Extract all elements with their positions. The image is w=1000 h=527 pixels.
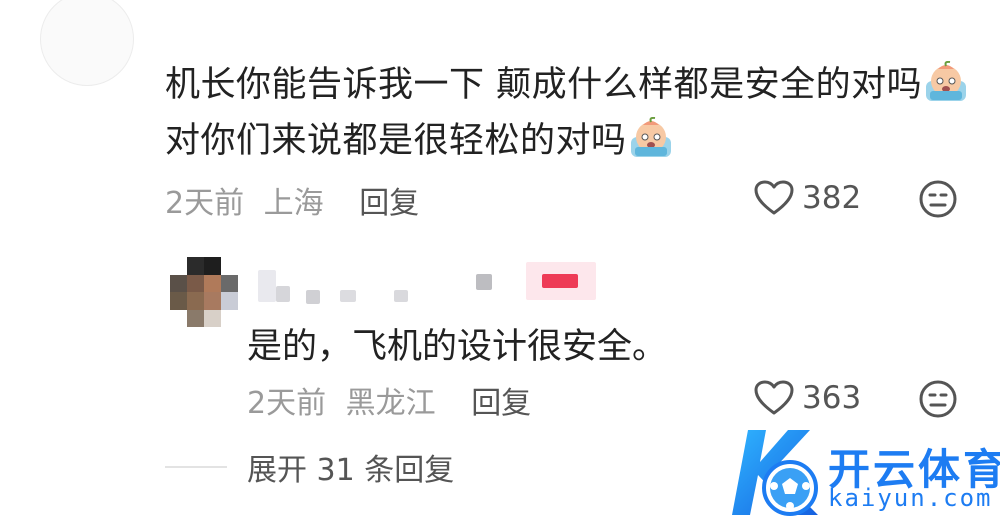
watermark: 开云体育 kaiyun.com bbox=[718, 418, 1000, 527]
comment-like-button[interactable]: 382 bbox=[754, 180, 861, 216]
comment-reply-button[interactable]: 回复 bbox=[359, 186, 419, 221]
commenter-avatar[interactable] bbox=[40, 0, 134, 86]
reply-avatar-pixelated[interactable] bbox=[170, 257, 238, 327]
watermark-domain: kaiyun.com bbox=[828, 484, 993, 512]
heart-icon bbox=[754, 380, 794, 415]
reply-like-count: 363 bbox=[802, 380, 862, 416]
reply-location: 黑龙江 bbox=[345, 386, 436, 421]
expand-replies-label: 展开 31 条回复 bbox=[247, 453, 455, 488]
comment-text-line-1: 机长你能告诉我一下 颠成什么样都是安全的对吗 bbox=[165, 56, 968, 107]
comment-text-part: 对你们来说都是很轻松的对吗 bbox=[165, 121, 627, 161]
reply-meta: 2天前 黑龙江 回复 bbox=[247, 378, 531, 422]
comment-meta: 2天前 上海 回复 bbox=[165, 178, 419, 222]
heart-icon bbox=[754, 180, 794, 215]
expand-replies-button[interactable]: 展开 31 条回复 bbox=[165, 445, 454, 489]
comment-location: 上海 bbox=[263, 186, 324, 221]
crying-face-emoji-icon bbox=[630, 116, 671, 157]
reply-time: 2天前 bbox=[247, 386, 327, 421]
comment-like-count: 382 bbox=[802, 180, 862, 216]
expand-divider bbox=[165, 466, 227, 468]
comment-text-line-2: 对你们来说都是很轻松的对吗 bbox=[165, 112, 673, 163]
kaiyun-logo-icon bbox=[732, 430, 818, 516]
crying-face-emoji-icon bbox=[926, 60, 967, 101]
reply-text: 是的，飞机的设计很安全。 bbox=[247, 327, 668, 367]
comment-time: 2天前 bbox=[165, 186, 245, 221]
reply-reply-button[interactable]: 回复 bbox=[471, 386, 531, 421]
dislike-face-icon[interactable] bbox=[918, 179, 958, 219]
comment-text-part: 机长你能告诉我一下 颠成什么样都是安全的对吗 bbox=[165, 65, 923, 105]
dislike-face-icon[interactable] bbox=[918, 379, 958, 419]
reply-like-button[interactable]: 363 bbox=[754, 380, 861, 416]
